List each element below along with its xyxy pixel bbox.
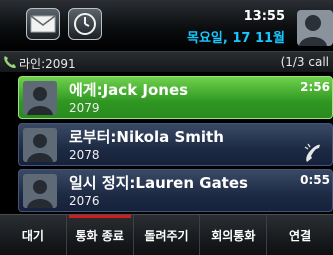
contact-avatar <box>23 81 57 115</box>
clock-icon <box>74 13 96 35</box>
call-row-held[interactable]: 일시 정지:Lauren Gates 2076 0:55 <box>18 169 333 212</box>
line-header: 라인:2091 (1/3 call <box>0 52 333 72</box>
hold-softkey[interactable]: 대기 <box>0 215 67 255</box>
line-label: 라인:2091 <box>19 57 76 71</box>
call-list: 에게:Jack Jones 2079 2:56 로부터:Nikola Smith… <box>0 72 333 215</box>
softkey-bar: 대기 통화 종료 돌려주기 회의통화 연결 <box>0 214 333 255</box>
caller-name: 로부터:Nikola Smith <box>69 128 224 146</box>
handset-icon <box>4 56 16 69</box>
status-bar: 13:55 목요일, 17 11월 <box>0 0 333 52</box>
transfer-softkey[interactable]: 돌려주기 <box>134 215 201 255</box>
call-row-incoming[interactable]: 로부터:Nikola Smith 2078 <box>18 123 333 166</box>
ringing-handset-icon <box>304 143 320 162</box>
call-timer: 2:56 <box>300 80 330 94</box>
contact-avatar <box>23 174 57 208</box>
conference-softkey[interactable]: 회의통화 <box>200 215 268 255</box>
end-call-softkey[interactable]: 통화 종료 <box>67 215 134 255</box>
messages-button[interactable] <box>26 8 60 40</box>
clock-date: 목요일, 17 11월 <box>186 31 285 46</box>
caller-name: 일시 정지:Lauren Gates <box>69 174 248 192</box>
user-avatar-icon[interactable] <box>293 8 333 48</box>
mail-icon <box>30 15 56 33</box>
caller-number: 2079 <box>69 101 100 115</box>
call-row-active[interactable]: 에게:Jack Jones 2079 2:56 <box>18 76 333 119</box>
clock-time: 13:55 <box>243 9 285 24</box>
caller-number: 2078 <box>69 148 100 162</box>
contact-avatar <box>23 128 57 162</box>
call-timer: 0:55 <box>300 173 330 187</box>
connect-softkey[interactable]: 연결 <box>267 215 333 255</box>
caller-number: 2076 <box>69 194 100 208</box>
caller-name: 에게:Jack Jones <box>69 81 189 99</box>
clock-button[interactable] <box>68 8 102 40</box>
call-count: (1/3 call <box>280 55 329 69</box>
